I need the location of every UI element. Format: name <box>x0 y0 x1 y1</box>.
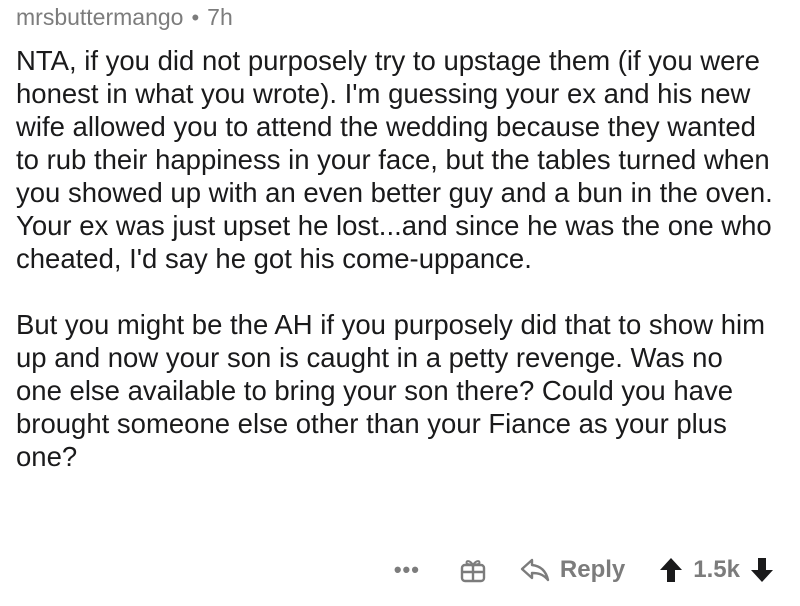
vote-controls: 1.5k <box>659 556 774 584</box>
comment-age: 7h <box>207 4 233 30</box>
comment-body: NTA, if you did not purposely try to ups… <box>16 44 776 506</box>
more-options-button[interactable]: ••• <box>394 557 420 583</box>
vote-score: 1.5k <box>693 556 740 583</box>
comment-paragraph: NTA, if you did not purposely try to ups… <box>16 45 773 274</box>
comment-paragraph: But you might be the AH if you purposely… <box>16 309 766 472</box>
upvote-arrow-icon[interactable] <box>659 557 683 583</box>
gift-icon[interactable] <box>460 557 486 583</box>
comment: mrsbuttermango • 7h NTA, if you did not … <box>12 0 788 606</box>
comment-meta: mrsbuttermango • 7h <box>16 4 233 31</box>
reply-button[interactable]: Reply <box>520 556 625 584</box>
reply-arrow-icon <box>520 558 550 582</box>
downvote-arrow-icon[interactable] <box>750 557 774 583</box>
author-username[interactable]: mrsbuttermango <box>16 4 183 31</box>
meta-separator: • <box>191 4 200 30</box>
comment-actions: ••• Reply 1.5k <box>394 550 774 590</box>
reply-label: Reply <box>559 556 626 583</box>
